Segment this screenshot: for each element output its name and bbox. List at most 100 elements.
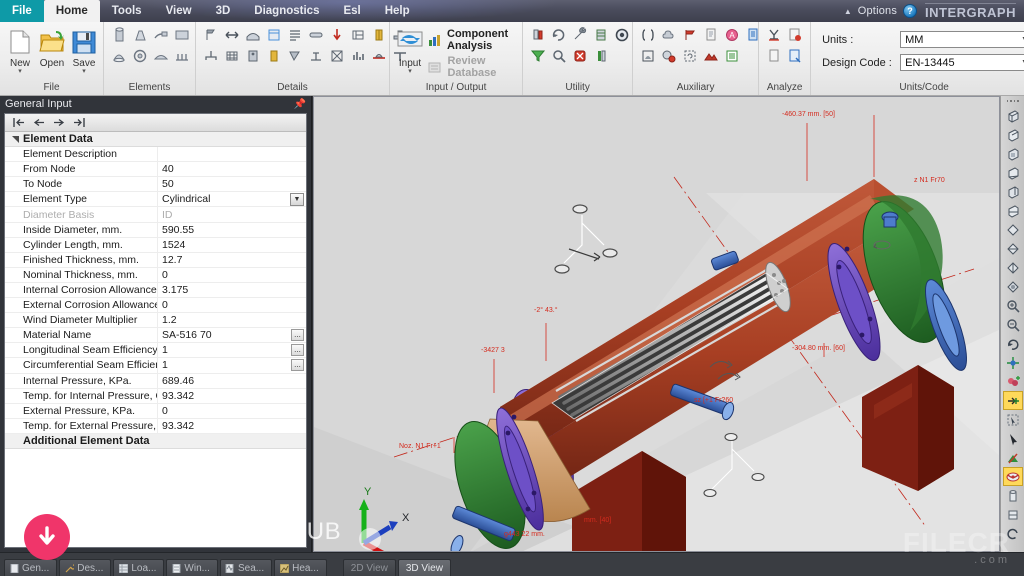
property-value[interactable]: 1 ... (157, 358, 306, 373)
utility-circle-icon[interactable] (612, 25, 632, 45)
aux-brackets-icon[interactable] (638, 25, 658, 45)
bottom-tab-loads[interactable]: Loa... (113, 559, 165, 576)
aux-refresh-icon[interactable] (680, 46, 700, 66)
bottom-tab-design[interactable]: Des... (59, 559, 112, 576)
table-row[interactable]: Internal Corrosion Allowance, n 3.175 (5, 282, 306, 299)
options-button[interactable]: Options (858, 5, 897, 17)
view-iso-2-icon[interactable] (1003, 125, 1023, 144)
table-row[interactable]: Material Name SA-516 70 ... (5, 328, 306, 344)
help-icon[interactable]: ? (903, 4, 918, 18)
review-database-button[interactable]: Review Database (427, 55, 517, 79)
detail-tray-icon[interactable] (285, 25, 305, 45)
utility-filter-icon[interactable] (528, 46, 548, 66)
table-row[interactable]: Cylinder Length, mm. 1524 (5, 237, 306, 253)
zoom-out-icon[interactable] (1003, 315, 1023, 334)
input-button[interactable]: Input ▾ (395, 25, 425, 75)
cylinder-element-icon[interactable] (109, 25, 129, 45)
longitudinal-seam-browse-button[interactable]: ... (291, 344, 304, 357)
property-value[interactable]: SA-516 70 ... (157, 328, 306, 343)
table-row[interactable]: To Node 50 (5, 177, 306, 193)
property-value[interactable]: 689.46 (157, 373, 306, 388)
menu-tab-view[interactable]: View (154, 0, 204, 22)
utility-bar-icon[interactable] (591, 46, 611, 66)
table-row[interactable]: Element Description (5, 147, 306, 163)
element-type-dropdown-button[interactable]: ▼ (290, 192, 304, 206)
analyze-run-icon[interactable] (764, 25, 784, 45)
detail-lug-icon[interactable] (243, 46, 263, 66)
table-row[interactable]: From Node 40 (5, 162, 306, 178)
3d-model-canvas[interactable]: Y X Z (314, 97, 1000, 552)
view-diamond-4-icon[interactable] (1003, 277, 1023, 296)
section-icon[interactable] (1003, 505, 1023, 524)
elliptical-head-icon[interactable] (109, 46, 129, 66)
color-add-icon[interactable] (1003, 372, 1023, 391)
utility-tools-icon[interactable] (570, 25, 590, 45)
pin-icon[interactable]: 📌 (294, 99, 306, 110)
bottom-tab-heat[interactable]: Hea... (274, 559, 327, 576)
bottom-tab-wind[interactable]: Win... (166, 559, 218, 576)
table-row[interactable]: Element Type Cylindrical ▼ (5, 192, 306, 208)
save-button[interactable]: Save ▾ (69, 25, 99, 75)
utility-rotate-icon[interactable] (549, 25, 569, 45)
circumferential-seam-browse-button[interactable]: ... (291, 359, 304, 372)
detail-pipe-support-icon[interactable] (201, 46, 221, 66)
detail-bracket-icon[interactable] (201, 25, 221, 45)
view-iso-6-icon[interactable] (1003, 201, 1023, 220)
menu-tab-3d[interactable]: 3D (204, 0, 243, 22)
property-category-element-data[interactable]: Element Data (5, 132, 306, 148)
table-row[interactable]: External Corrosion Allowance, n 0 (5, 298, 306, 314)
menu-tab-tools[interactable]: Tools (100, 0, 154, 22)
detail-wedge-icon[interactable] (285, 46, 305, 66)
aux-report-icon[interactable] (701, 25, 721, 45)
detail-ring-icon[interactable] (264, 25, 284, 45)
utility-search-icon[interactable] (549, 46, 569, 66)
detail-arrows-icon[interactable] (222, 25, 242, 45)
view-iso-4-icon[interactable] (1003, 163, 1023, 182)
property-value[interactable]: 590.55 (157, 222, 306, 237)
tab-3d-view[interactable]: 3D View (397, 559, 451, 576)
view-diamond-3-icon[interactable] (1003, 258, 1023, 277)
aux-cloud-icon[interactable] (659, 25, 679, 45)
table-row[interactable]: External Pressure, KPa. 0 (5, 403, 306, 419)
next-record-button[interactable] (51, 116, 67, 130)
detail-weld-icon[interactable] (369, 46, 389, 66)
clip-icon[interactable] (1003, 486, 1023, 505)
property-value[interactable]: 0 (157, 403, 306, 418)
property-category-additional-element-data[interactable]: Additional Element Data (5, 433, 306, 449)
table-row[interactable]: Wind Diameter Multiplier 1.2 (5, 313, 306, 329)
input-dropdown-caret[interactable]: ▾ (408, 68, 412, 75)
bottom-tab-general[interactable]: Gen... (4, 559, 58, 576)
units-select[interactable]: MM ▼ (900, 31, 1024, 48)
3d-viewport[interactable]: Y X Z -460.37 mm. [50] -2° 43.° -3427 3 … (313, 96, 1000, 552)
material-name-browse-button[interactable]: ... (291, 329, 304, 342)
menu-tab-home[interactable]: Home (43, 0, 100, 22)
table-row[interactable]: Internal Pressure, KPa. 689.46 (5, 373, 306, 389)
select-rect-icon[interactable] (1003, 410, 1023, 429)
view-iso-5-icon[interactable] (1003, 182, 1023, 201)
property-value[interactable]: 50 (157, 177, 306, 192)
zoom-in-icon[interactable] (1003, 296, 1023, 315)
menu-tab-diagnostics[interactable]: Diagnostics (242, 0, 331, 22)
table-row[interactable]: Finished Thickness, mm. 12.7 (5, 252, 306, 268)
property-value[interactable]: 40 (157, 162, 306, 177)
utility-thermo-icon[interactable] (528, 25, 548, 45)
open-button[interactable]: Open (37, 25, 67, 69)
detail-baffle-icon[interactable] (264, 46, 284, 66)
menu-tab-help[interactable]: Help (373, 0, 422, 22)
utility-database-icon[interactable] (591, 25, 611, 45)
aux-flag-icon[interactable] (680, 25, 700, 45)
table-row[interactable]: Temp. for External Pressure, C 93.342 (5, 418, 306, 434)
save-dropdown-caret[interactable]: ▾ (82, 68, 86, 75)
flange-element-icon[interactable] (130, 46, 150, 66)
chevron-up-icon[interactable]: ▲ (844, 7, 852, 16)
rotate-icon[interactable] (1003, 334, 1023, 353)
previous-record-button[interactable] (31, 116, 47, 130)
table-row[interactable]: Circumferential Seam Efficiency 1 ... (5, 358, 306, 374)
analyze-copy-icon[interactable] (764, 46, 784, 66)
last-record-button[interactable] (71, 116, 87, 130)
detail-cross-box-icon[interactable] (327, 46, 347, 66)
new-dropdown-caret[interactable]: ▾ (18, 68, 22, 75)
view-iso-1-icon[interactable] (1003, 106, 1023, 125)
aux-acad-icon[interactable]: A (722, 25, 742, 45)
toolbar-drag-handle[interactable] (1006, 100, 1019, 104)
